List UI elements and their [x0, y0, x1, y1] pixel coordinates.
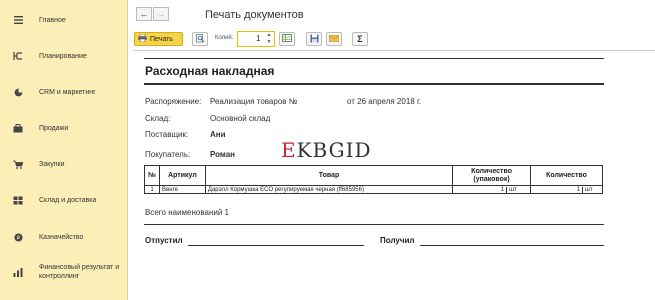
watermark-logo: EKBGID	[281, 138, 372, 162]
column-header-qty: Количество	[530, 165, 603, 186]
preview-button[interactable]	[192, 32, 208, 46]
sidebar: Главное Планирование CRM и маркетинг Про…	[0, 0, 128, 300]
warehouse-icon	[13, 195, 23, 205]
items-table: № Артикул Товар Количество (упаковок) Ко…	[144, 165, 603, 194]
column-header-qty-pack: Количество (упаковок)	[452, 165, 532, 186]
divider	[144, 58, 604, 59]
released-signature-line	[188, 245, 364, 246]
received-signature-line	[420, 245, 604, 246]
sidebar-item-label: Планирование	[39, 52, 87, 60]
back-button[interactable]: ←	[136, 7, 152, 21]
qty-pack-unit: шт	[509, 186, 517, 193]
sidebar-item-crm[interactable]: CRM и маркетинг	[0, 86, 128, 98]
settings-button[interactable]	[279, 32, 295, 46]
pie-chart-icon	[13, 87, 23, 97]
sidebar-item-label: Казначейство	[39, 233, 84, 241]
qty-pack-value: 1	[455, 186, 508, 193]
save-icon	[310, 34, 319, 45]
qty-value: 1	[533, 186, 584, 193]
copies-stepper[interactable]: ▲ ▼	[264, 32, 274, 46]
cell-product: Дарэлл Кормушка ECO регулируемая черная …	[204, 185, 454, 194]
sidebar-item-label: Склад и доставка	[39, 196, 97, 204]
sidebar-item-treasury[interactable]: ₽ Казначейство	[0, 231, 128, 243]
buyer-value: Роман	[210, 150, 236, 159]
received-label: Получил	[380, 236, 415, 245]
sidebar-item-label: Продажи	[39, 124, 69, 132]
sidebar-item-main[interactable]: Главное	[0, 14, 128, 26]
order-label: Распоряжение:	[145, 97, 202, 106]
cell-num: 1	[144, 185, 160, 194]
coin-icon: ₽	[13, 232, 23, 242]
page-title: Печать документов	[205, 9, 304, 21]
cell-qty-pack: 1 шт	[452, 185, 532, 194]
print-button[interactable]: Печать	[134, 32, 183, 46]
warehouse-value: Основной склад	[210, 114, 271, 123]
order-date: от 26 апреля 2018 г.	[347, 97, 422, 106]
save-button[interactable]	[306, 32, 322, 46]
table-header-row: № Артикул Товар Количество (упаковок) Ко…	[144, 165, 603, 186]
sidebar-item-planning[interactable]: Планирование	[0, 50, 128, 62]
briefcase-icon	[13, 123, 23, 133]
sidebar-item-label: Закупки	[39, 160, 65, 168]
cell-qty: 1 шт	[530, 185, 603, 194]
toolbar: Печать Копий: 1 ▲ ▼ Σ	[129, 30, 655, 50]
sidebar-item-sales[interactable]: Продажи	[0, 122, 128, 134]
cell-article: Венге	[158, 185, 206, 194]
sidebar-item-warehouse[interactable]: Склад и доставка	[0, 194, 128, 206]
send-email-button[interactable]	[326, 32, 342, 46]
cart-icon	[13, 159, 23, 169]
table-settings-icon	[282, 34, 292, 44]
document-title: Расходная накладная	[145, 64, 275, 78]
items-summary: Всего наименований 1	[145, 208, 229, 217]
envelope-icon	[329, 34, 339, 44]
column-header-article: Артикул	[158, 165, 206, 186]
order-value: Реализация товаров №	[210, 97, 298, 106]
divider	[144, 224, 604, 225]
bar-chart-icon	[13, 267, 23, 277]
printer-icon	[138, 33, 147, 44]
supplier-label: Поставщик:	[145, 130, 189, 139]
sidebar-item-label: Финансовый результат и контроллинг	[39, 264, 120, 280]
sidebar-item-label: Главное	[39, 16, 66, 24]
print-button-label: Печать	[150, 35, 173, 43]
warehouse-label: Склад:	[145, 114, 171, 123]
forward-button[interactable]: →	[153, 7, 169, 21]
column-header-num: №	[144, 165, 160, 186]
svg-text:₽: ₽	[16, 235, 20, 241]
magnifier-icon	[195, 33, 205, 45]
sum-button[interactable]: Σ	[352, 32, 368, 46]
qty-unit: шт	[585, 186, 593, 193]
column-header-product: Товар	[204, 165, 454, 186]
divider	[144, 83, 604, 85]
chevron-up-icon[interactable]: ▲	[264, 32, 274, 39]
released-label: Отпустил	[145, 236, 183, 245]
buyer-label: Покупатель:	[145, 150, 191, 159]
sidebar-item-purchases[interactable]: Закупки	[0, 158, 128, 170]
chevron-down-icon[interactable]: ▼	[264, 39, 274, 46]
sidebar-item-financial-result[interactable]: Финансовый результат и контроллинг	[0, 262, 128, 282]
copies-label: Копий:	[215, 35, 234, 41]
menu-icon	[13, 15, 23, 25]
planning-icon	[13, 51, 23, 61]
window-header: ← → Печать документов	[129, 0, 655, 30]
table-row: 1 Венге Дарэлл Кормушка ECO регулируемая…	[144, 185, 603, 194]
sidebar-item-label: CRM и маркетинг	[39, 88, 96, 96]
supplier-value: Ани	[210, 130, 226, 139]
